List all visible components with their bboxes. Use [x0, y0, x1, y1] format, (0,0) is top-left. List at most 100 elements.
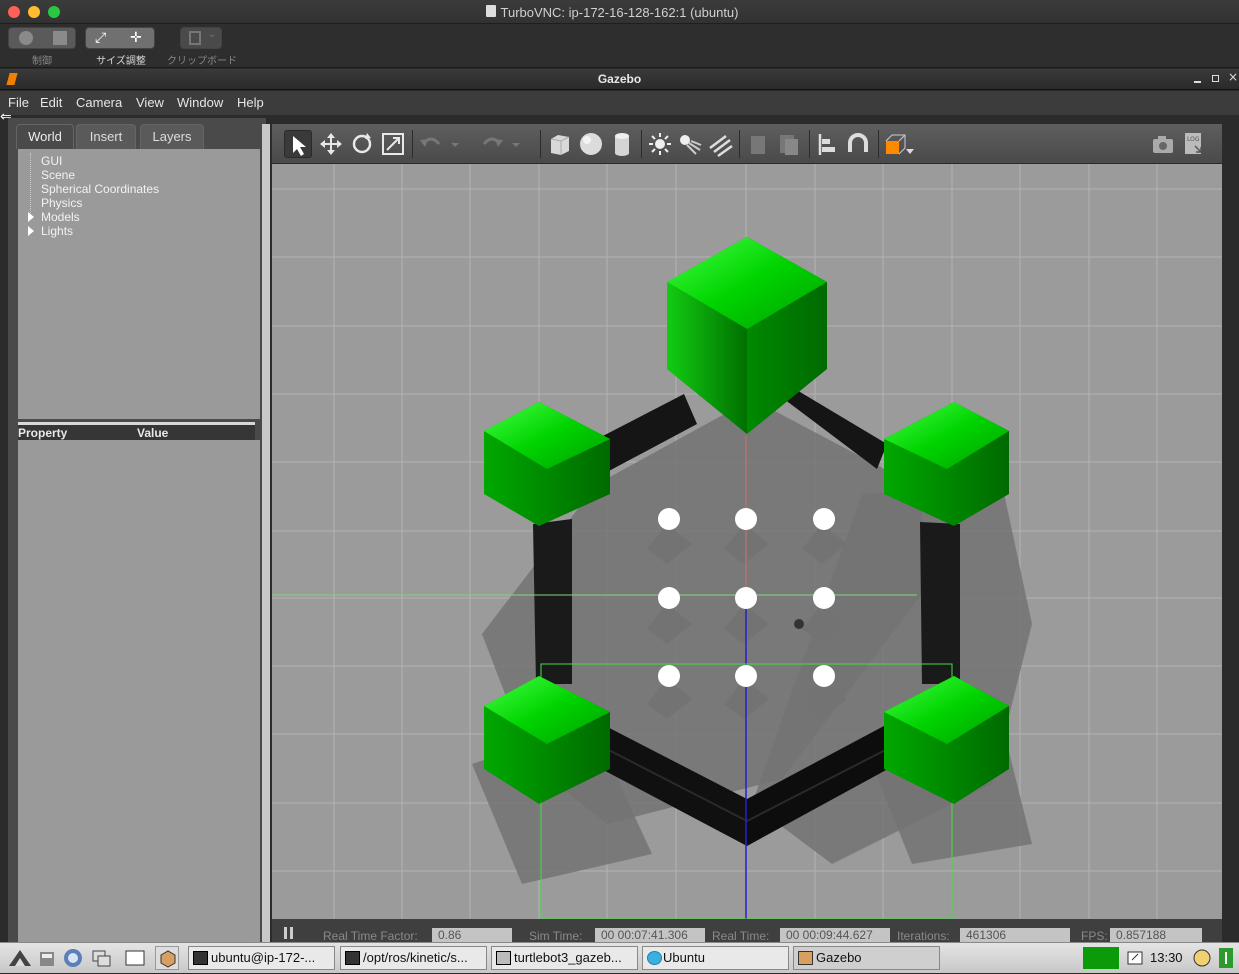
- taskbar-item-ubuntu[interactable]: Ubuntu: [642, 946, 789, 970]
- point-light-icon[interactable]: [646, 130, 674, 158]
- taskbar-item-turtlebot[interactable]: turtlebot3_gazeb...: [491, 946, 638, 970]
- expand-arrow-icon[interactable]: [28, 212, 34, 222]
- directional-light-icon[interactable]: [706, 130, 734, 158]
- notification-icon[interactable]: [1192, 946, 1212, 970]
- resize-label: サイズ調整: [96, 56, 146, 67]
- logout-icon[interactable]: [1216, 946, 1236, 970]
- menu-camera[interactable]: Camera: [76, 95, 122, 110]
- tab-layers[interactable]: Layers: [140, 124, 204, 149]
- tree-item-gui[interactable]: GUI: [41, 154, 62, 168]
- scale-icon[interactable]: [379, 130, 407, 158]
- rotate-icon[interactable]: [348, 130, 376, 158]
- scene-toolbar: LOG: [272, 124, 1222, 164]
- screenshot-icon[interactable]: [1149, 130, 1177, 158]
- gazebo-title: Gazebo: [597, 72, 642, 86]
- menu-view[interactable]: View: [136, 95, 164, 110]
- value-column-header: Value: [137, 426, 169, 440]
- redo-icon[interactable]: [478, 130, 506, 158]
- log-icon[interactable]: LOG: [1179, 130, 1207, 158]
- gazebo-titlebar: Gazebo ×: [0, 69, 1239, 90]
- align-icon[interactable]: [814, 130, 842, 158]
- browser-icon[interactable]: [62, 946, 84, 970]
- tree-item-spherical-coordinates[interactable]: Spherical Coordinates: [41, 182, 159, 196]
- iterations-label: Iterations:: [897, 929, 950, 942]
- terminal-icon: [345, 951, 360, 965]
- ubuntu-icon: [647, 951, 662, 965]
- chevron-down-icon: ⌄: [208, 29, 217, 40]
- gazebo-icon: [798, 951, 813, 965]
- fps-value: 0.857188: [1110, 928, 1202, 942]
- turtlebot-robot: [794, 619, 804, 629]
- rtf-label: Real Time Factor:: [323, 929, 418, 942]
- left-panel: World Insert Layers GUI Scene Spherical …: [8, 118, 266, 942]
- translate-icon[interactable]: [317, 130, 345, 158]
- select-arrow-icon[interactable]: [284, 130, 312, 158]
- snap-icon[interactable]: [844, 130, 872, 158]
- pause-icon[interactable]: [284, 927, 287, 939]
- fps-label: FPS:: [1081, 929, 1108, 942]
- taskbar-item-gazebo[interactable]: Gazebo: [793, 946, 940, 970]
- tab-world[interactable]: World: [16, 124, 74, 149]
- window-switcher-icon[interactable]: [90, 946, 114, 970]
- real-time-value: 00 00:09:44.627: [780, 928, 890, 942]
- sphere-icon[interactable]: [577, 130, 605, 158]
- spot-light-icon[interactable]: [676, 130, 704, 158]
- control-button[interactable]: [8, 27, 76, 49]
- resize-button[interactable]: ⤢ ✛: [85, 27, 155, 49]
- fit-icon: ✛: [130, 30, 142, 46]
- svg-text:LOG: LOG: [1187, 136, 1200, 143]
- menu-help[interactable]: Help: [237, 95, 264, 110]
- menu-file[interactable]: File: [8, 95, 29, 110]
- close-icon[interactable]: ×: [1228, 70, 1238, 84]
- control-label: 制御: [32, 56, 52, 67]
- window-title: TurboVNC: ip-172-16-128-162:1 (ubuntu): [500, 5, 739, 20]
- property-header: Property Value: [18, 422, 255, 440]
- taskbar: ubuntu@ip-172-... /opt/ros/kinetic/s... …: [0, 942, 1239, 973]
- panel-splitter[interactable]: [262, 124, 270, 942]
- show-desktop-icon[interactable]: [124, 946, 146, 970]
- tree-guide: [30, 153, 31, 213]
- clipboard-button[interactable]: ⌄: [180, 27, 222, 49]
- tree-item-lights[interactable]: Lights: [41, 224, 73, 238]
- minimize-icon[interactable]: [1194, 81, 1201, 83]
- real-time-label: Real Time:: [712, 929, 770, 942]
- clock: 13:30: [1150, 950, 1183, 965]
- paste-icon[interactable]: [775, 130, 803, 158]
- tree-item-scene[interactable]: Scene: [41, 168, 75, 182]
- mac-window-titlebar: TurboVNC: ip-172-16-128-162:1 (ubuntu): [0, 0, 1239, 24]
- pointer-icon: [19, 31, 33, 45]
- menu-window[interactable]: Window: [177, 95, 223, 110]
- menu-edit[interactable]: Edit: [40, 95, 62, 110]
- taskbar-item-terminal-2[interactable]: /opt/ros/kinetic/s...: [340, 946, 487, 970]
- undo-dropdown-icon[interactable]: [448, 130, 462, 158]
- view-angle-icon[interactable]: [883, 130, 917, 158]
- tree-item-models[interactable]: Models: [41, 210, 80, 224]
- vnc-toolbar: 制御 ⤢ ✛ サイズ調整 ⌄ クリップボード: [0, 24, 1239, 68]
- box-icon[interactable]: [546, 130, 574, 158]
- undo-icon[interactable]: [417, 130, 445, 158]
- terminal-icon: [193, 951, 208, 965]
- tree-item-physics[interactable]: Physics: [41, 196, 82, 210]
- redo-dropdown-icon[interactable]: [509, 130, 523, 158]
- menu-bar: File Edit Camera View Window Help: [0, 91, 1239, 115]
- file-manager-icon[interactable]: [38, 946, 56, 970]
- package-icon[interactable]: [155, 946, 179, 970]
- 3d-scene-view[interactable]: [272, 164, 1222, 919]
- clipboard-icon: [189, 31, 201, 45]
- expand-icon: ⤢: [95, 30, 107, 46]
- network-icon[interactable]: [1126, 946, 1144, 970]
- maximize-icon[interactable]: [1212, 75, 1219, 82]
- property-column-header: Property: [18, 426, 68, 440]
- expand-arrow-icon[interactable]: [28, 226, 34, 236]
- viewport: LOG Real Time Factor: 0.86 Sim Time: 00 …: [272, 124, 1222, 942]
- rtf-value: 0.86: [432, 928, 512, 942]
- binoculars-icon: [53, 31, 67, 45]
- clipboard-label: クリップボード: [167, 56, 237, 67]
- copy-icon[interactable]: [745, 130, 773, 158]
- cylinder-icon[interactable]: [608, 130, 636, 158]
- tab-insert[interactable]: Insert: [76, 124, 136, 149]
- menu-start-icon[interactable]: [6, 946, 34, 970]
- status-bar: Real Time Factor: 0.86 Sim Time: 00 00:0…: [272, 919, 1222, 942]
- taskbar-item-terminal-1[interactable]: ubuntu@ip-172-...: [188, 946, 335, 970]
- iterations-value: 461306: [960, 928, 1070, 942]
